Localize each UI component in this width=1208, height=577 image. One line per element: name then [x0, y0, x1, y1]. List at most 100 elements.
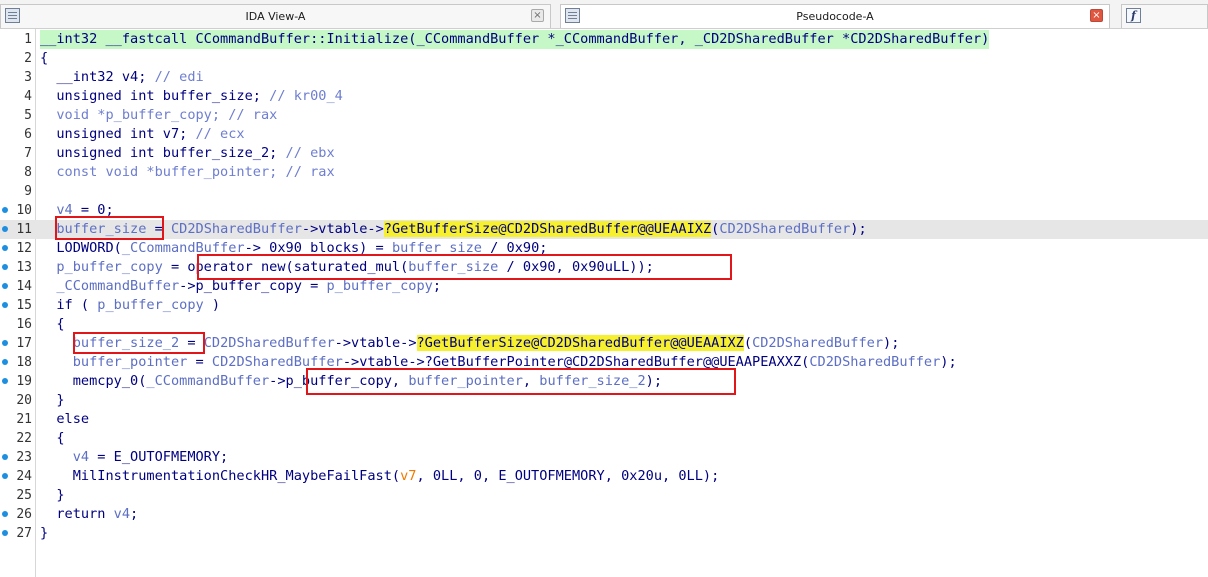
code-token: if ( — [40, 297, 98, 313]
code-token: CD2DSharedBuffer — [752, 335, 884, 351]
code-line[interactable]: 6 unsigned int v7; // ecx — [0, 125, 1208, 144]
tab-pseudocode-a[interactable]: Pseudocode-A × — [560, 4, 1110, 28]
code-line[interactable]: 11 buffer_size = CD2DSharedBuffer->vtabl… — [0, 220, 1208, 239]
code-token: ?GetBufferSize@CD2DSharedBuffer@@UEAAIXZ — [383, 221, 712, 237]
code-token: MilInstrumentationCheckHR_MaybeFailFast( — [40, 468, 401, 484]
code-token: unsigned int buffer_size; — [40, 88, 270, 104]
line-number: 16 — [16, 317, 32, 332]
code-token: { — [40, 50, 49, 66]
line-number: 1 — [24, 32, 32, 47]
code-line[interactable]: 7 unsigned int buffer_size_2; // ebx — [0, 144, 1208, 163]
code-text: unsigned int v7; // ecx — [40, 125, 244, 144]
line-number: 25 — [16, 488, 32, 503]
line-number: 19 — [16, 374, 32, 389]
code-token: CD2DSharedBuffer — [809, 354, 941, 370]
annotation-box-operator-new — [197, 254, 732, 280]
annotation-box-buffer-size-2 — [73, 332, 205, 354]
code-token: buffer_pointer — [40, 354, 188, 370]
code-token: v7 — [400, 468, 417, 484]
pseudocode-view[interactable]: 1 __int32 __fastcall CCommandBuffer::Init… — [0, 29, 1208, 577]
tab-functions[interactable]: f — [1121, 4, 1208, 28]
line-number: 13 — [16, 260, 32, 275]
code-token: { — [40, 430, 65, 446]
line-number: 12 — [16, 241, 32, 256]
code-token: // ebx — [285, 145, 335, 161]
code-token: } — [40, 392, 65, 408]
code-line[interactable]: 5 void *p_buffer_copy; // rax — [0, 106, 1208, 125]
code-token: unsigned int buffer_size_2; — [40, 145, 286, 161]
tab-title: Pseudocode-A — [796, 10, 874, 23]
code-token: CD2DSharedBuffer — [203, 335, 335, 351]
code-line[interactable]: 22 { — [0, 429, 1208, 448]
line-number: 26 — [16, 507, 32, 522]
line-number: 3 — [24, 70, 32, 85]
code-token: // kr00_4 — [269, 88, 343, 104]
code-line[interactable]: 9 — [0, 182, 1208, 201]
code-token: { — [40, 316, 65, 332]
code-line[interactable]: 23 v4 = E_OUTOFMEMORY; — [0, 448, 1208, 467]
close-icon[interactable]: × — [531, 9, 544, 22]
line-number: 14 — [16, 279, 32, 294]
code-token: , 0LL, 0, E_OUTOFMEMORY, 0x20u, 0LL); — [416, 468, 720, 484]
code-line[interactable]: 15 if ( p_buffer_copy ) — [0, 296, 1208, 315]
code-line[interactable]: 24 MilInstrumentationCheckHR_MaybeFailFa… — [0, 467, 1208, 486]
line-number: 4 — [24, 89, 32, 104]
code-token: LODWORD( — [40, 240, 122, 256]
line-number: 2 — [24, 51, 32, 66]
code-text: else — [40, 410, 89, 429]
code-line[interactable]: 21 else — [0, 410, 1208, 429]
code-text: __int32 __fastcall CCommandBuffer::Initi… — [40, 30, 990, 49]
code-line[interactable]: 10 v4 = 0; — [0, 201, 1208, 220]
code-line[interactable]: 8 const void *buffer_pointer; // rax — [0, 163, 1208, 182]
line-number: 11 — [16, 222, 32, 237]
code-token: void *p_buffer_copy; // rax — [40, 107, 278, 123]
code-token: CD2DSharedBuffer — [719, 221, 851, 237]
annotation-box-memcpy-args — [306, 368, 736, 395]
code-token: __int32 v4; — [40, 69, 155, 85]
line-number: 21 — [16, 412, 32, 427]
code-token: v4 — [113, 506, 131, 522]
code-token: ); — [940, 354, 957, 370]
function-icon: f — [1126, 8, 1141, 23]
line-number: 9 — [24, 184, 32, 199]
code-line[interactable]: 3 __int32 v4; // edi — [0, 68, 1208, 87]
code-token: ->vtable-> — [301, 221, 384, 237]
code-token: p_buffer_copy — [40, 259, 163, 275]
code-token: p_buffer_copy — [326, 278, 433, 294]
code-token: } — [40, 487, 65, 503]
tab-ida-view-a[interactable]: IDA View-A × — [0, 4, 551, 28]
code-text: __int32 v4; // edi — [40, 68, 203, 87]
code-text: return v4; — [40, 505, 138, 524]
code-line[interactable]: 1 __int32 __fastcall CCommandBuffer::Init… — [0, 30, 1208, 49]
line-number: 23 — [16, 450, 32, 465]
code-text: unsigned int buffer_size_2; // ebx — [40, 144, 335, 163]
line-number: 27 — [16, 526, 32, 541]
code-token: _CCommandBuffer — [40, 278, 180, 294]
code-line[interactable]: 2{ — [0, 49, 1208, 68]
code-token: ); — [850, 221, 867, 237]
tab-bar: IDA View-A × Pseudocode-A × f — [0, 0, 1208, 29]
code-token: else — [40, 411, 90, 427]
code-token: ->p_buffer_copy = — [179, 278, 327, 294]
code-line[interactable]: 26 return v4; — [0, 505, 1208, 524]
line-number: 6 — [24, 127, 32, 142]
code-text: if ( p_buffer_copy ) — [40, 296, 220, 315]
line-number: 10 — [16, 203, 32, 218]
code-token: = — [187, 354, 212, 370]
code-token: p_buffer_copy — [97, 297, 204, 313]
code-line[interactable]: 27} — [0, 524, 1208, 543]
code-token: ?GetBufferSize@CD2DSharedBuffer@@UEAAIXZ — [416, 335, 744, 351]
code-text: } — [40, 391, 65, 410]
code-line[interactable]: 25 } — [0, 486, 1208, 505]
line-number: 22 — [16, 431, 32, 446]
code-token: CD2DSharedBuffer — [170, 221, 302, 237]
code-token: _CCommandBuffer — [146, 373, 270, 389]
code-text: { — [40, 429, 65, 448]
close-icon[interactable]: × — [1090, 9, 1103, 22]
code-line[interactable]: 4 unsigned int buffer_size; // kr00_4 — [0, 87, 1208, 106]
code-token: ; — [130, 506, 139, 522]
code-text: } — [40, 524, 48, 543]
code-token: unsigned int v7; — [40, 126, 196, 142]
annotation-box-buffer-size — [55, 216, 164, 240]
code-token: ->vtable-> — [334, 335, 417, 351]
